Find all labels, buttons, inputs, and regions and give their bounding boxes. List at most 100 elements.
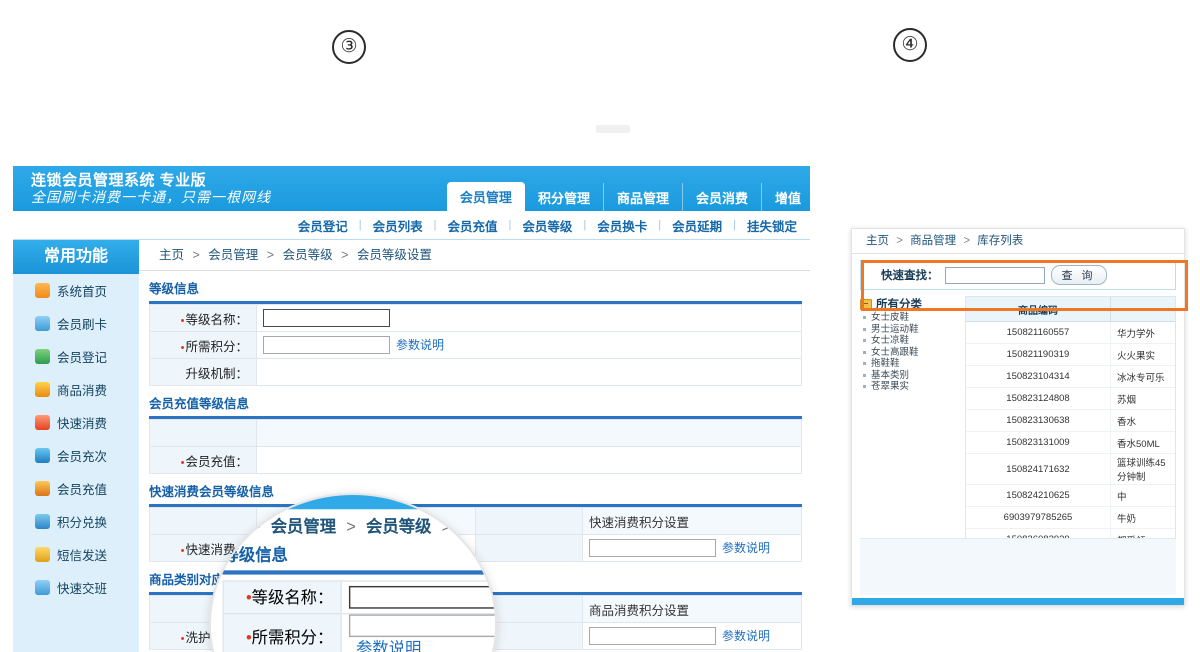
sidebar-item-points-exchange[interactable]: 积分兑换 (13, 505, 139, 538)
section-title: 会员充值等级信息 (149, 397, 250, 411)
tree-item[interactable]: 女士皮鞋 (860, 312, 965, 324)
field-cell: 参数说明 (582, 622, 802, 650)
card-swipe-icon (35, 316, 50, 331)
field-label-level-name: •等级名称： (149, 304, 257, 332)
tree-item[interactable]: 苍翠果实 (860, 381, 965, 393)
tree-item[interactable]: 拖鞋鞋 (860, 358, 965, 370)
folder-icon (860, 298, 872, 310)
subnav-member-level[interactable]: 会员等级 (511, 216, 583, 235)
sidebar-item-member-register[interactable]: 会员登记 (13, 340, 139, 373)
cell-product-code: 150823124808 (966, 387, 1111, 410)
table-row[interactable]: 150824210625 中 (966, 484, 1175, 507)
tab-member-consume[interactable]: 会员消费 (683, 183, 762, 211)
magnified-section-title: 等级信息 (222, 547, 288, 565)
sidebar-item-goods-consume[interactable]: 商品消费 (13, 373, 139, 406)
spacer-cell (149, 419, 257, 447)
column-header-quick-consume-points: 快速消费积分设置 (582, 507, 802, 535)
tab-goods-management[interactable]: 商品管理 (604, 183, 683, 211)
shopping-cart-icon (35, 382, 50, 397)
table-row[interactable]: 150824171632 篮球训练45分钟制 (966, 453, 1175, 485)
main-tab-bar: 会员管理 积分管理 商品管理 会员消费 增值 (446, 182, 810, 211)
param-hint-link[interactable]: 参数说明 (356, 641, 421, 652)
tab-value-added[interactable]: 增值 (762, 183, 810, 211)
table-row[interactable]: 150823131009 香水50ML (966, 431, 1175, 454)
cell-product-code: 150824171632 (966, 453, 1111, 485)
p4-breadcrumb-home[interactable]: 主页 (866, 235, 889, 247)
table-row[interactable]: 150823104314 冰冰专可乐 (966, 365, 1175, 388)
tree-item[interactable]: 女士凉鞋 (860, 335, 965, 347)
sidebar-item-member-times[interactable]: 会员充次 (13, 439, 139, 472)
cell-product-code: 150821190319 (966, 343, 1111, 366)
required-points-input[interactable] (263, 336, 390, 355)
field-cell: 参数说明 (582, 534, 802, 562)
field-cell (256, 446, 802, 474)
spacer-cell (149, 507, 257, 535)
subnav-member-card-change[interactable]: 会员换卡 (586, 216, 658, 235)
table-row[interactable]: 150823130638 香水 (966, 409, 1175, 432)
level-name-input[interactable] (263, 309, 390, 327)
table-row[interactable]: 150821160557 华力学外 (966, 321, 1175, 344)
tree-item[interactable]: 男士运动鞋 (860, 324, 965, 336)
sidebar-item-label: 短信发送 (57, 549, 108, 563)
field-label-topup: •会员充值： (149, 446, 257, 474)
column-header-product-name[interactable] (1110, 297, 1175, 322)
cell-product-name: 华力学外 (1110, 321, 1175, 344)
cell-product-code: 150823131009 (966, 431, 1111, 454)
breadcrumb-home[interactable]: 主页 (159, 248, 184, 262)
magnified-breadcrumb: > 会员管理 > 会员等级 > 会员等级设置 (245, 515, 495, 538)
topup-level-table: •会员充值： (149, 419, 802, 474)
breadcrumb-member-level[interactable]: 会员等级 (366, 519, 431, 536)
section-topup-level: 会员充值等级信息 •会员充值： (139, 386, 810, 474)
param-hint-link[interactable]: 参数说明 (722, 541, 770, 555)
subnav-member-list[interactable]: 会员列表 (362, 216, 434, 235)
tab-points-management[interactable]: 积分管理 (525, 183, 604, 211)
sidebar-item-shift-handover[interactable]: 快速交班 (13, 571, 139, 604)
sidebar-item-home[interactable]: 系统首页 (13, 274, 139, 307)
sidebar-item-sms-send[interactable]: 短信发送 (13, 538, 139, 571)
breadcrumb-member-management[interactable]: 会员管理 (271, 519, 336, 536)
table-row: •所需积分： 参数说明 (149, 331, 802, 359)
tab-member-management[interactable]: 会员管理 (446, 182, 525, 211)
member-topup-icon (35, 481, 50, 496)
section-title: 等级信息 (149, 282, 200, 296)
sidebar-item-quick-consume[interactable]: 快速消费 (13, 406, 139, 439)
breadcrumb-member-management[interactable]: 会员管理 (208, 248, 258, 262)
search-button[interactable]: 查 询 (1050, 265, 1107, 285)
field-label-required-points: •所需积分： (149, 331, 257, 359)
param-hint-link[interactable]: 参数说明 (396, 338, 444, 352)
sidebar-item-card-swipe[interactable]: 会员刷卡 (13, 307, 139, 340)
required-points-input[interactable] (348, 613, 495, 637)
column-header-topup (256, 419, 802, 447)
param-hint-link[interactable]: 参数说明 (722, 629, 770, 643)
level-name-input[interactable] (348, 585, 495, 609)
points-exchange-icon (35, 514, 50, 529)
tree-item[interactable]: 基本类别 (860, 370, 965, 382)
subnav-lost-lock[interactable]: 挂失锁定 (736, 216, 808, 235)
subnav-member-topup[interactable]: 会员充值 (436, 216, 508, 235)
table-row[interactable]: 6903979785265 牛奶 (966, 506, 1175, 529)
table-row: •等级名称： (222, 579, 495, 614)
sidebar-item-label: 商品消费 (57, 384, 108, 398)
home-icon (35, 283, 50, 298)
column-header-product-code[interactable]: 商品编码 (966, 297, 1111, 322)
magnified-section-rule (222, 570, 495, 575)
p4-main-area: 所有分类 女士皮鞋 男士运动鞋 女士凉鞋 女士高跟鞋 拖鞋鞋 基本类别 苍翠果实… (860, 296, 1176, 576)
p4-breadcrumb-goods-management[interactable]: 商品管理 (910, 235, 956, 247)
subnav-member-extend[interactable]: 会员延期 (661, 216, 733, 235)
subnav-member-register[interactable]: 会员登记 (287, 216, 359, 235)
sidebar-header: 常用功能 (13, 240, 139, 274)
washcare-points-input[interactable] (589, 627, 716, 646)
sms-send-icon (35, 547, 50, 562)
table-row[interactable]: 150823124808 苏烟 (966, 387, 1175, 410)
quick-search-input[interactable] (944, 266, 1045, 284)
quick-consume-icon (35, 415, 50, 430)
tree-root-label: 所有分类 (876, 299, 922, 311)
breadcrumb-member-level[interactable]: 会员等级 (283, 248, 333, 262)
quick-consume-points-input[interactable] (589, 539, 716, 558)
tree-root-node[interactable]: 所有分类 (860, 296, 965, 312)
cell-product-name: 中 (1110, 484, 1175, 507)
table-row[interactable]: 150821190319 火火果实 (966, 343, 1175, 366)
sidebar-item-member-topup[interactable]: 会员充值 (13, 472, 139, 505)
cell-product-name: 苏烟 (1110, 387, 1175, 410)
tree-item[interactable]: 女士高跟鞋 (860, 347, 965, 359)
